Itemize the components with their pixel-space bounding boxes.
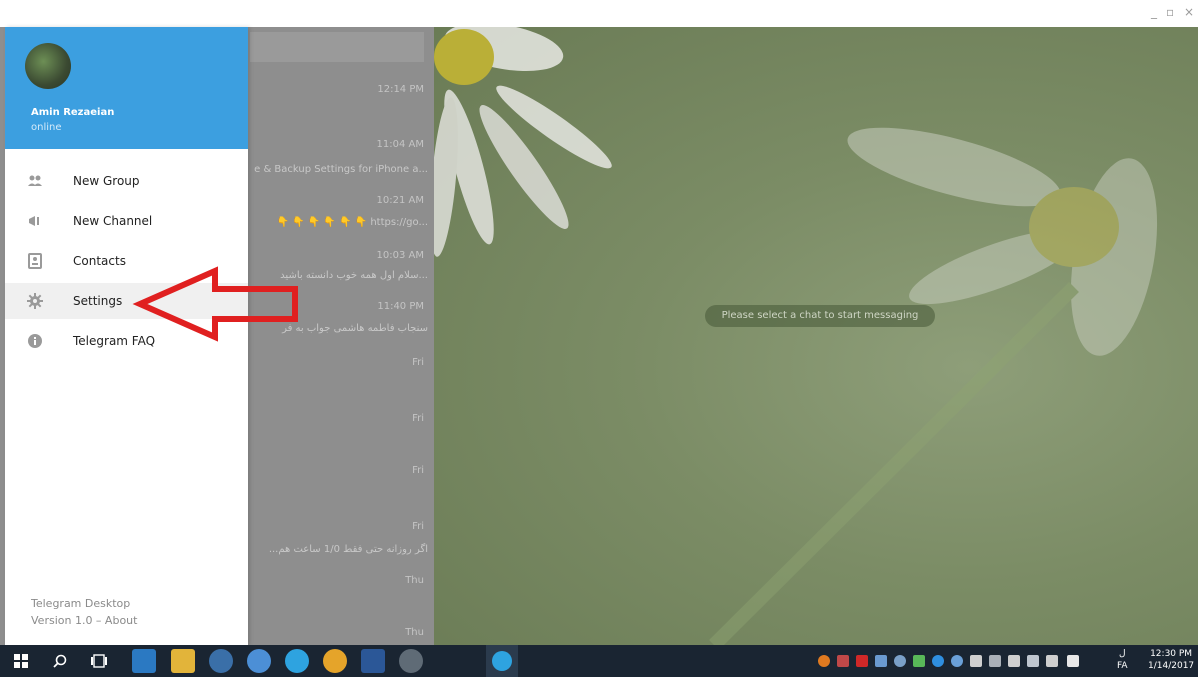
user-status: online (31, 122, 62, 133)
chat-snippet[interactable]: e & Backup Settings for iPhone a... (254, 164, 428, 175)
info-icon (28, 334, 42, 348)
chat-time: 12:14 PM (377, 84, 424, 95)
tray-icon[interactable] (1046, 655, 1058, 667)
menu-label: Contacts (73, 254, 126, 268)
close-button[interactable]: × (1184, 5, 1194, 19)
tray-icon[interactable] (951, 655, 963, 667)
clock-date: 1/14/2017 (1148, 661, 1195, 671)
menu-label: Settings (73, 294, 123, 308)
telegram-taskbar-button[interactable] (486, 645, 518, 677)
app-icon[interactable] (399, 649, 423, 673)
menu-item-new-group[interactable]: New Group (5, 163, 248, 199)
avatar[interactable] (25, 43, 71, 89)
maximize-button[interactable]: ▫ (1166, 5, 1174, 19)
menu-label: New Group (73, 174, 140, 188)
chat-time: Fri (412, 465, 424, 476)
chat-time: Fri (412, 413, 424, 424)
tray-icon[interactable] (837, 655, 849, 667)
network-icon[interactable] (970, 655, 982, 667)
telegram-icon (492, 651, 512, 671)
chat-time: Fri (412, 357, 424, 368)
language-indicator[interactable]: ل FA (1117, 648, 1128, 672)
group-icon (28, 175, 42, 186)
chat-time: 11:04 AM (376, 139, 424, 150)
windows-taskbar: ل FA 12:30 PM 1/14/2017 (0, 645, 1198, 677)
chat-time: 10:03 AM (376, 250, 424, 261)
tray-icon[interactable] (989, 655, 1001, 667)
app-icon[interactable] (247, 649, 271, 673)
tray-icon[interactable] (818, 655, 830, 667)
chat-time: Fri (412, 521, 424, 532)
app-icon[interactable] (209, 649, 233, 673)
menu-label: New Channel (73, 214, 153, 228)
chrome-icon[interactable] (323, 649, 347, 673)
tray-icon[interactable] (856, 655, 868, 667)
chat-time: 10:21 AM (376, 195, 424, 206)
tray-icon[interactable] (1027, 655, 1039, 667)
search-bar[interactable] (250, 32, 424, 62)
chat-time: Thu (405, 627, 424, 638)
volume-icon[interactable] (1008, 655, 1020, 667)
tray-icon[interactable] (932, 655, 944, 667)
language-code: FA (1117, 661, 1128, 671)
tray-icon[interactable] (913, 655, 925, 667)
telegram-icon[interactable] (285, 649, 309, 673)
notification-icon[interactable] (1067, 655, 1079, 667)
red-arrow-annotation (132, 266, 298, 342)
chat-time: Thu (405, 575, 424, 586)
menu-item-new-channel[interactable]: New Channel (5, 203, 248, 239)
title-bar: _ ▫ × (0, 0, 1198, 27)
app-name: Telegram Desktop (31, 597, 131, 610)
app-footer: Telegram Desktop Version 1.0 – About (31, 595, 137, 629)
word-icon[interactable] (361, 649, 385, 673)
windows-start-icon[interactable] (14, 654, 28, 668)
system-clock[interactable]: 12:30 PM 1/14/2017 (1148, 648, 1194, 672)
gear-icon (27, 293, 43, 309)
flower-wallpaper (434, 27, 1158, 645)
chat-snippet[interactable]: ...اگر روزانه حتی فقط 1/0 ساعت هم (269, 544, 428, 555)
contacts-icon (28, 253, 42, 269)
channel-icon (29, 216, 39, 226)
empty-state-message: Please select a chat to start messaging (705, 305, 935, 327)
tray-icon[interactable] (894, 655, 906, 667)
profile-header: Amin Rezaeian online (5, 27, 248, 149)
chat-time: 11:40 PM (377, 301, 424, 312)
language-script: ل (1118, 649, 1126, 659)
file-explorer-icon[interactable] (171, 649, 195, 673)
minimize-button[interactable]: _ (1151, 5, 1157, 19)
search-icon[interactable] (52, 653, 68, 669)
version-about-link[interactable]: Version 1.0 – About (31, 612, 137, 629)
tray-icon[interactable] (875, 655, 887, 667)
chat-background (434, 27, 1198, 645)
chat-snippet[interactable]: 👇 👇 👇 👇 👇 👇 https://go... (277, 217, 428, 228)
clock-time: 12:30 PM (1150, 649, 1193, 659)
task-view-icon[interactable] (91, 654, 107, 668)
app-icon[interactable] (132, 649, 156, 673)
user-name: Amin Rezaeian (31, 107, 115, 118)
